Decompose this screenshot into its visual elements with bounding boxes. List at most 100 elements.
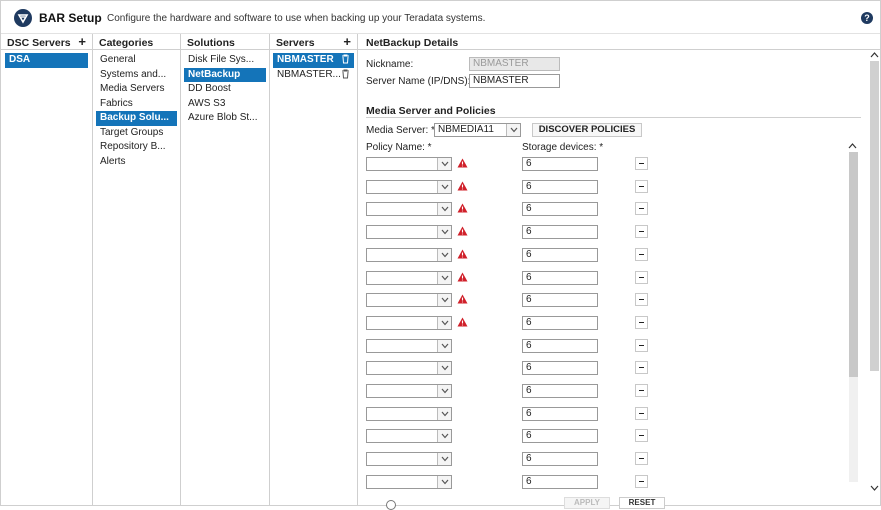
storage-devices-field[interactable]: 6 xyxy=(522,429,598,444)
remove-policy-button[interactable] xyxy=(635,474,648,488)
categories-list: General Systems and... Media Servers Fabric… xyxy=(93,50,180,169)
apply-button[interactable]: APPLY xyxy=(564,497,610,509)
remove-policy-button[interactable] xyxy=(635,293,648,307)
policy-name-select[interactable] xyxy=(366,225,452,240)
solution-item-label: NetBackup xyxy=(188,68,241,80)
policy-name-select[interactable] xyxy=(366,429,452,444)
storage-devices-field[interactable]: 6 xyxy=(522,247,598,262)
storage-devices-field[interactable]: 6 xyxy=(522,315,598,330)
policy-row: 6 xyxy=(358,360,848,376)
trash-icon[interactable] xyxy=(341,54,350,64)
category-item-label: Repository B... xyxy=(100,141,166,152)
remove-policy-button[interactable] xyxy=(635,452,648,466)
help-icon[interactable]: ? xyxy=(861,12,873,24)
remove-policy-button[interactable] xyxy=(635,429,648,443)
policy-row: 6 xyxy=(358,451,848,467)
media-server-select[interactable]: NBMEDIA11 xyxy=(434,123,521,137)
storage-devices-field[interactable]: 6 xyxy=(522,293,598,308)
solutions-column: Solutions Disk File Sys... NetBackup DD Bo… xyxy=(181,34,270,505)
category-item[interactable]: Backup Solu... xyxy=(96,111,177,126)
policy-name-select[interactable] xyxy=(366,293,452,308)
policy-name-select[interactable] xyxy=(366,474,452,489)
category-item-label: Fabrics xyxy=(100,97,133,109)
chevron-down-icon xyxy=(506,124,520,136)
remove-policy-button[interactable] xyxy=(635,338,648,352)
header: BAR Setup Configure the hardware and sof… xyxy=(1,1,880,34)
category-item[interactable]: Target Groups xyxy=(96,126,177,141)
policy-name-select[interactable] xyxy=(366,406,452,421)
solution-item-label: Disk File Sys... xyxy=(188,54,255,65)
warning-icon xyxy=(457,203,468,213)
page-scroll-up-icon[interactable] xyxy=(870,51,879,58)
remove-policy-button[interactable] xyxy=(635,270,648,284)
add-server-button[interactable]: + xyxy=(343,35,351,48)
dsc-servers-list: DSA xyxy=(1,50,92,68)
solution-item[interactable]: Disk File Sys... xyxy=(184,53,266,68)
storage-devices-field[interactable]: 6 xyxy=(522,384,598,398)
storage-devices-field[interactable]: 6 xyxy=(522,406,598,421)
storage-devices-field[interactable]: 6 xyxy=(522,225,598,240)
storage-devices-field[interactable]: 6 xyxy=(522,474,598,489)
remove-policy-button[interactable] xyxy=(635,247,648,261)
category-item-label: General xyxy=(100,54,136,65)
category-item[interactable]: Systems and... xyxy=(96,68,177,83)
remove-policy-button[interactable] xyxy=(635,157,648,170)
category-item-label: Alerts xyxy=(100,155,126,167)
scroll-thumb[interactable] xyxy=(849,152,858,377)
category-item[interactable]: Media Servers xyxy=(96,82,177,97)
policy-name-select[interactable] xyxy=(366,247,452,262)
storage-devices-field[interactable]: 6 xyxy=(522,157,598,171)
storage-devices-field[interactable]: 6 xyxy=(522,270,598,285)
solution-item[interactable]: NetBackup xyxy=(184,67,266,82)
remove-policy-button[interactable] xyxy=(635,361,648,375)
policy-name-select[interactable] xyxy=(366,384,452,398)
policy-name-select[interactable] xyxy=(366,452,452,467)
storage-devices-field[interactable]: 6 xyxy=(522,179,598,194)
page-scroll-down-icon[interactable] xyxy=(870,485,879,492)
storage-devices-field[interactable]: 6 xyxy=(522,338,598,353)
storage-devices-field[interactable]: 6 xyxy=(522,452,598,467)
policy-name-select[interactable] xyxy=(366,315,452,330)
warning-icon xyxy=(457,181,468,191)
category-item[interactable]: General xyxy=(96,53,177,68)
chevron-down-icon xyxy=(437,180,451,193)
add-dsc-server-button[interactable]: + xyxy=(78,35,86,48)
policies-scrollbar[interactable] xyxy=(846,140,859,495)
discover-policies-button[interactable]: DISCOVER POLICIES xyxy=(532,123,642,137)
scroll-up-icon[interactable] xyxy=(848,142,857,149)
policy-name-select[interactable] xyxy=(366,270,452,285)
storage-devices-field[interactable]: 6 xyxy=(522,202,598,217)
reset-button[interactable]: RESET xyxy=(619,497,665,509)
category-item[interactable]: Repository B... xyxy=(96,140,177,155)
solution-item[interactable]: AWS S3 xyxy=(184,97,266,112)
remove-policy-button[interactable] xyxy=(635,384,648,397)
policy-name-select[interactable] xyxy=(366,338,452,353)
warning-icon xyxy=(457,249,468,259)
remove-policy-button[interactable] xyxy=(635,202,648,216)
server-item[interactable]: NBMASTER... xyxy=(273,68,354,83)
horizontal-scroll-knob[interactable] xyxy=(386,500,396,510)
remove-policy-button[interactable] xyxy=(635,225,648,239)
page-scroll-thumb[interactable] xyxy=(870,61,879,371)
trash-icon[interactable] xyxy=(341,69,350,79)
policy-name-select[interactable] xyxy=(366,361,452,376)
warning-icon xyxy=(457,317,468,327)
server-item[interactable]: NBMASTER xyxy=(273,53,354,68)
remove-policy-button[interactable] xyxy=(635,315,648,329)
solution-item[interactable]: Azure Blob St... xyxy=(184,111,266,126)
policy-row: 6 xyxy=(358,383,848,399)
policy-name-select[interactable] xyxy=(366,157,452,171)
page-scrollbar[interactable] xyxy=(869,51,880,496)
remove-policy-button[interactable] xyxy=(635,179,648,193)
storage-devices-field[interactable]: 6 xyxy=(522,361,598,376)
server-name-field[interactable]: NBMASTER xyxy=(469,74,560,88)
category-item[interactable]: Alerts xyxy=(96,155,177,170)
policy-name-select[interactable] xyxy=(366,179,452,194)
policy-name-select[interactable] xyxy=(366,202,452,217)
dsc-server-item[interactable]: DSA xyxy=(5,53,88,68)
remove-policy-button[interactable] xyxy=(635,406,648,420)
solution-item[interactable]: DD Boost xyxy=(184,82,266,97)
category-item[interactable]: Fabrics xyxy=(96,97,177,112)
category-item-label: Backup Solu... xyxy=(100,112,169,123)
categories-header: Categories xyxy=(93,34,180,50)
